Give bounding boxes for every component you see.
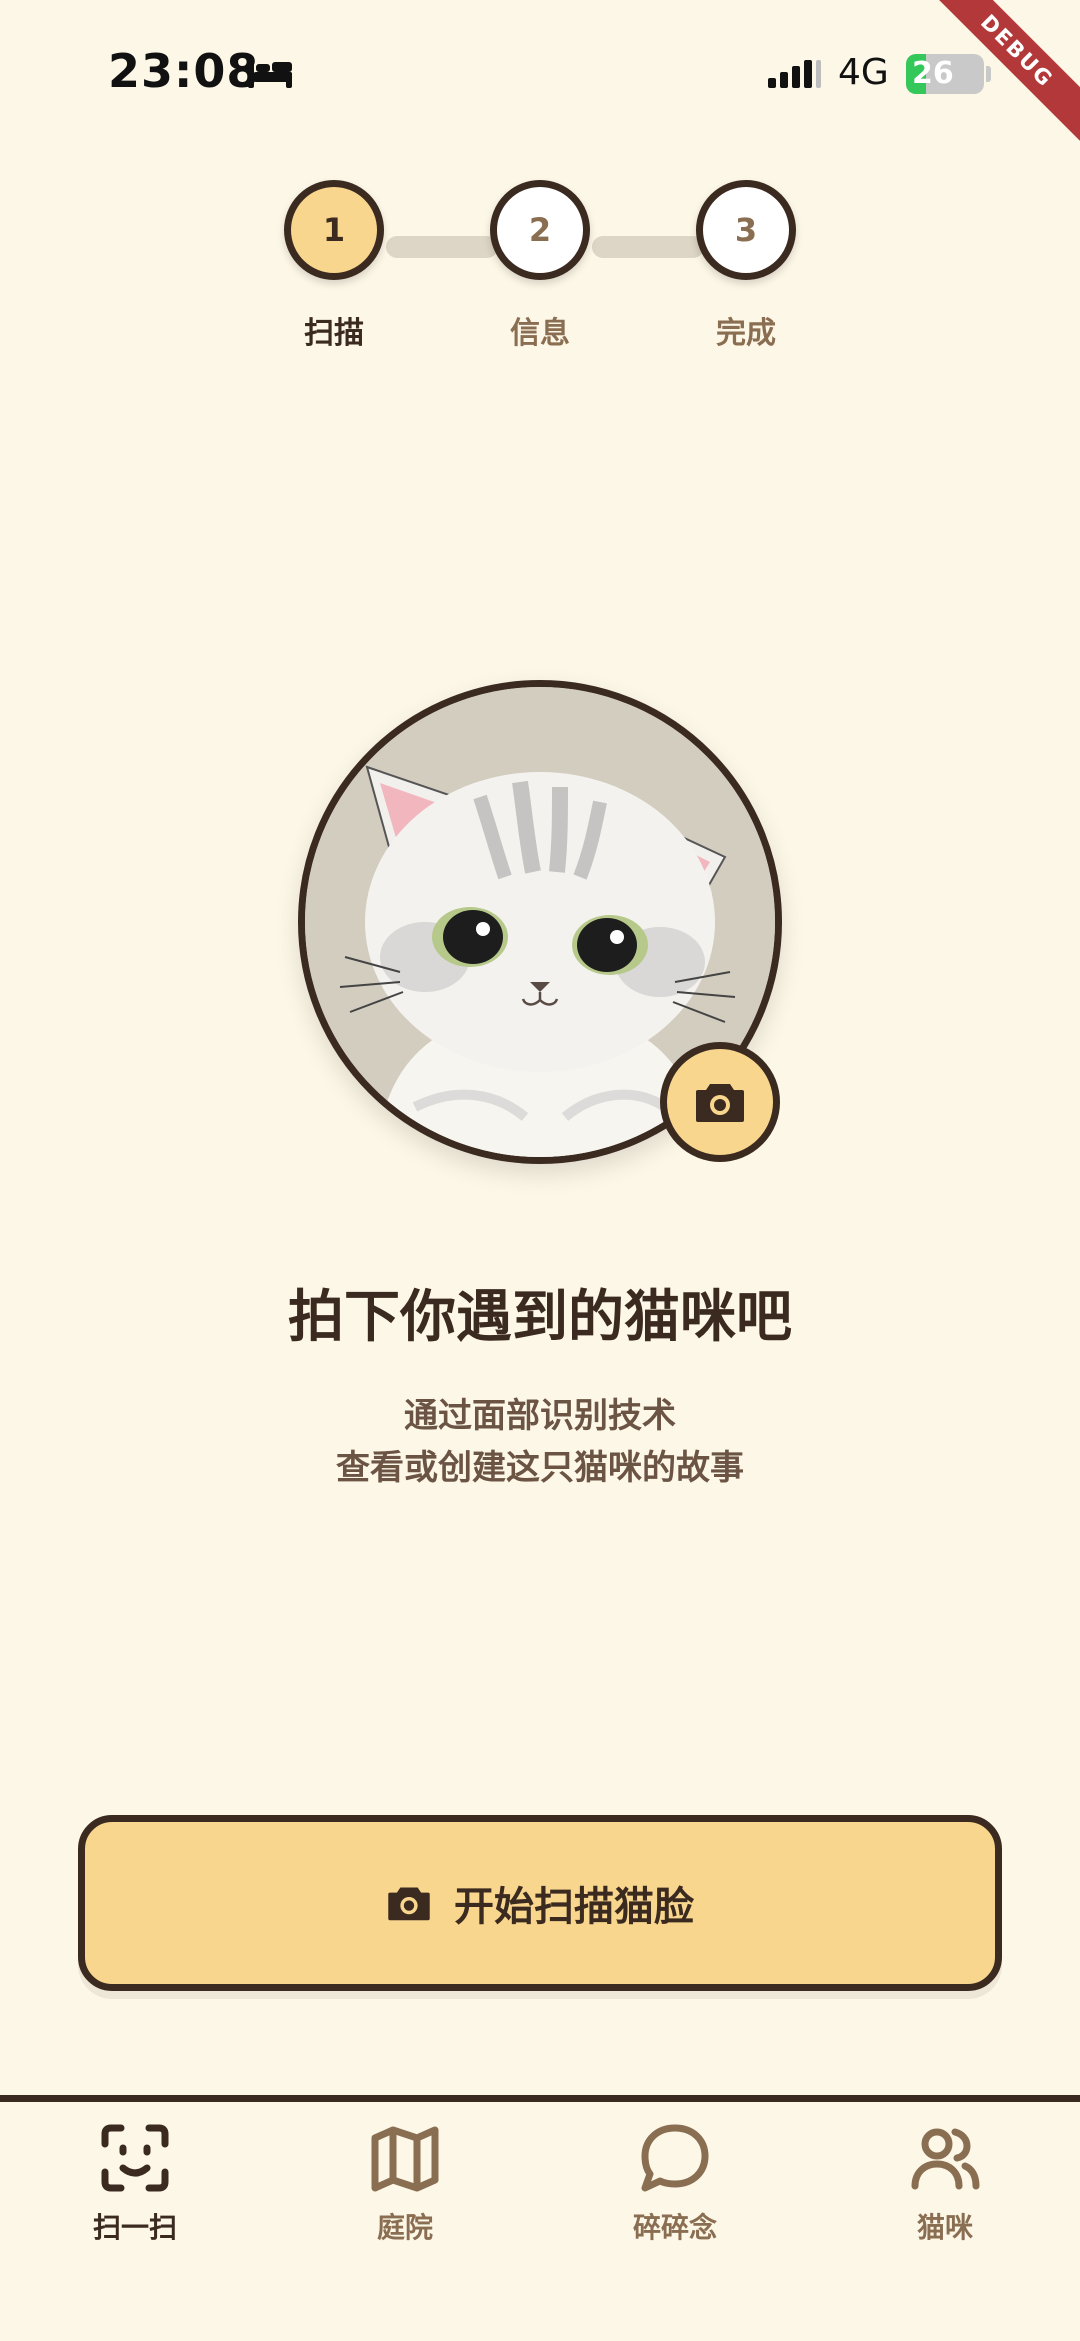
page-subtitle: 通过面部识别技术 查看或创建这只猫咪的故事 xyxy=(0,1390,1080,1494)
battery-tip xyxy=(986,66,991,82)
chat-bubble-icon xyxy=(641,2124,709,2192)
battery-level: 26 xyxy=(912,56,954,91)
camera-icon xyxy=(696,1084,744,1122)
network-type: 4G xyxy=(838,52,889,93)
step-number: 1 xyxy=(284,180,384,280)
face-scan-icon xyxy=(101,2124,169,2192)
nav-label: 扫一扫 xyxy=(92,2211,177,2244)
cat-avatar-container xyxy=(298,680,782,1164)
nav-label: 碎碎念 xyxy=(632,2211,717,2244)
status-bar: 23:08 4G 26 xyxy=(0,0,1080,150)
nav-item-chatter[interactable]: 碎碎念 xyxy=(575,2122,775,2246)
nav-label: 猫咪 xyxy=(916,2211,973,2244)
map-icon xyxy=(371,2126,439,2192)
step-label: 扫描 xyxy=(304,316,364,351)
progress-stepper: 1 扫描 2 信息 3 完成 xyxy=(0,180,1080,370)
nav-item-scan[interactable]: 扫一扫 xyxy=(35,2122,235,2246)
step-number: 3 xyxy=(696,180,796,280)
subtitle-line: 通过面部识别技术 xyxy=(404,1396,676,1436)
step-label: 完成 xyxy=(716,316,776,351)
subtitle-line: 查看或创建这只猫咪的故事 xyxy=(336,1448,744,1488)
bottom-nav: 扫一扫 庭院 碎碎念 猫咪 xyxy=(0,2095,1080,2341)
step-info: 2 信息 xyxy=(475,180,605,352)
bed-icon xyxy=(248,60,292,88)
signal-icon xyxy=(768,60,821,88)
battery-icon: 26 xyxy=(906,54,984,94)
scan-screen: 23:08 4G 26 DEBUG 1 扫描 2 信息 3 完成 拍下你遇到的猫… xyxy=(0,0,1080,2341)
camera-badge-button[interactable] xyxy=(660,1042,780,1162)
nav-item-cats[interactable]: 猫咪 xyxy=(845,2122,1045,2246)
page-title: 拍下你遇到的猫咪吧 xyxy=(288,1285,792,1350)
start-scan-label: 开始扫描猫脸 xyxy=(454,1884,694,1930)
step-label: 信息 xyxy=(510,316,570,351)
camera-icon xyxy=(388,1887,430,1921)
start-scan-button[interactable]: 开始扫描猫脸 xyxy=(78,1815,1002,1991)
nav-label: 庭院 xyxy=(376,2211,433,2244)
step-number: 2 xyxy=(490,180,590,280)
step-scan: 1 扫描 xyxy=(269,180,399,352)
users-icon xyxy=(911,2128,980,2190)
status-time: 23:08 xyxy=(108,44,260,98)
nav-item-courtyard[interactable]: 庭院 xyxy=(305,2122,505,2246)
step-done: 3 完成 xyxy=(681,180,811,352)
